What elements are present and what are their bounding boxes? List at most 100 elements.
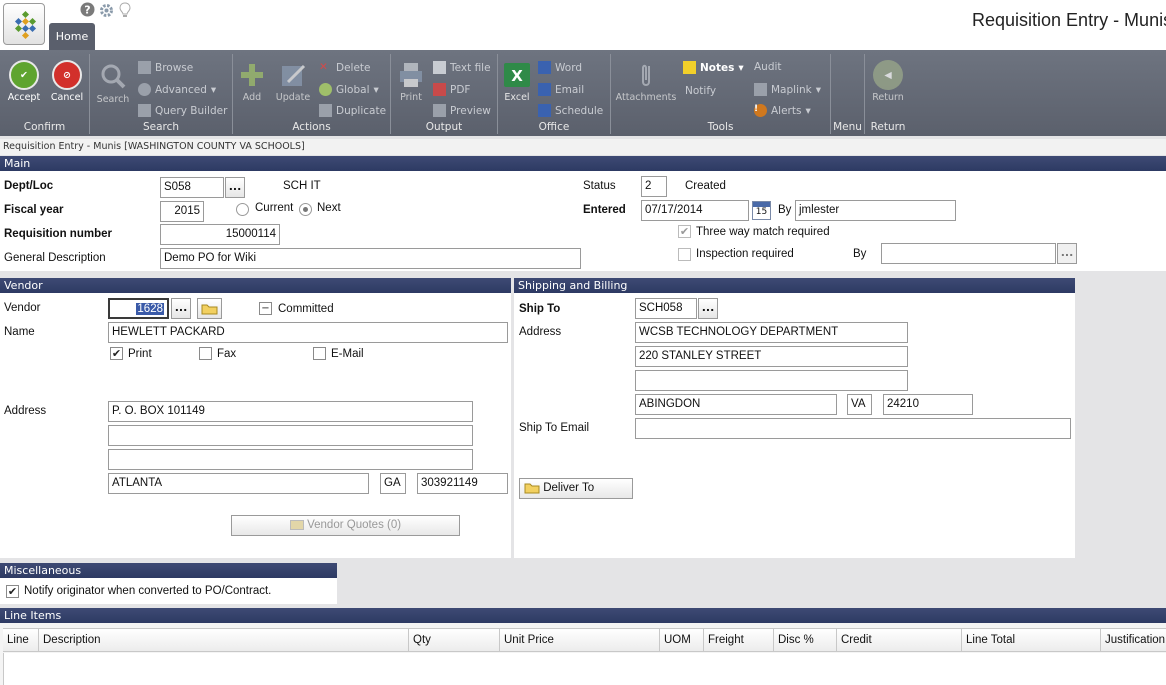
preview-button[interactable]: Preview xyxy=(433,104,491,117)
lightbulb-icon[interactable] xyxy=(119,2,131,23)
fiscal-year-field[interactable]: 2015 xyxy=(160,201,204,222)
fax-checkbox[interactable] xyxy=(199,347,212,360)
gear-icon[interactable] xyxy=(98,2,115,23)
ship-address-line2[interactable]: 220 STANLEY STREET xyxy=(635,346,908,367)
column-header-qty[interactable]: Qty xyxy=(409,628,500,652)
status-code-field[interactable]: 2 xyxy=(641,176,667,197)
requisition-number-label: Requisition number xyxy=(4,228,112,240)
add-button[interactable]: Add xyxy=(237,60,267,103)
column-header-disc[interactable]: Disc % xyxy=(774,628,837,652)
pdf-button[interactable]: PDF xyxy=(433,83,470,96)
app-logo-icon[interactable] xyxy=(3,3,45,45)
fiscal-year-label: Fiscal year xyxy=(4,204,64,216)
query-builder-button[interactable]: Query Builder xyxy=(138,104,227,117)
three-way-match-checkbox[interactable]: ✔ xyxy=(678,225,691,238)
duplicate-button[interactable]: Duplicate xyxy=(319,104,386,117)
notes-button[interactable]: Notes ▾ xyxy=(683,61,744,74)
notify-button[interactable]: Notify xyxy=(685,85,716,97)
inspection-required-checkbox[interactable] xyxy=(678,248,691,261)
group-label-return: Return xyxy=(870,121,906,133)
vendor-lookup-button[interactable]: ... xyxy=(171,298,191,319)
committed-checkbox[interactable]: − xyxy=(259,302,272,315)
vendor-quotes-button[interactable]: Vendor Quotes (0) xyxy=(231,515,460,536)
global-button[interactable]: Global ▾ xyxy=(319,83,379,96)
dept-loc-lookup-button[interactable]: ... xyxy=(225,177,245,198)
word-button[interactable]: Word xyxy=(538,61,582,74)
ship-city-field[interactable]: ABINGDON xyxy=(635,394,837,415)
advanced-button[interactable]: Advanced ▾ xyxy=(138,83,216,96)
vendor-state-field[interactable]: GA xyxy=(380,473,406,494)
return-button[interactable]: ◀ Return xyxy=(871,60,905,103)
print-button[interactable]: Print xyxy=(394,60,428,103)
schedule-button[interactable]: Schedule xyxy=(538,104,603,117)
update-button[interactable]: Update xyxy=(275,60,311,103)
ship-to-email-label: Ship To Email xyxy=(519,422,590,434)
requisition-number-field[interactable]: 15000114 xyxy=(160,224,280,245)
breadcrumb: Requisition Entry - Munis [WASHINGTON CO… xyxy=(0,139,1166,155)
general-description-field[interactable]: Demo PO for Wiki xyxy=(160,248,581,269)
print-checkbox[interactable]: ✔ xyxy=(110,347,123,360)
misc-panel-header: Miscellaneous xyxy=(0,563,337,578)
cancel-button[interactable]: ⊘ Cancel xyxy=(48,60,86,103)
email-label: E-Mail xyxy=(331,348,364,360)
inspection-by-field[interactable] xyxy=(881,243,1056,264)
ship-address-line1[interactable]: WCSB TECHNOLOGY DEPARTMENT xyxy=(635,322,908,343)
map-icon xyxy=(754,83,767,96)
maplink-button[interactable]: Maplink ▾ xyxy=(754,83,821,96)
plus-icon xyxy=(237,60,267,90)
tab-home[interactable]: Home xyxy=(49,23,95,50)
search-button[interactable]: Search xyxy=(94,62,132,105)
radio-next-year[interactable] xyxy=(299,203,312,216)
magnifier-icon xyxy=(98,62,128,92)
entered-label: Entered xyxy=(583,204,626,216)
vendor-name-field[interactable]: HEWLETT PACKARD xyxy=(108,322,508,343)
column-header-justification[interactable]: Justification xyxy=(1101,628,1166,652)
delete-x-icon: ✕ xyxy=(319,61,328,73)
dept-loc-field[interactable]: S058 xyxy=(160,177,224,198)
browse-button[interactable]: Browse xyxy=(138,61,193,74)
ribbon-toolbar: ✔ Accept ⊘ Cancel Confirm Search Browse … xyxy=(0,50,1166,136)
vendor-folder-button[interactable] xyxy=(197,298,222,319)
column-header-line[interactable]: Line xyxy=(3,628,39,652)
ship-to-email-field[interactable] xyxy=(635,418,1071,439)
folder-open-icon xyxy=(201,304,218,315)
audit-button[interactable]: Audit xyxy=(754,61,782,73)
email-button[interactable]: Email xyxy=(538,83,584,96)
vendor-city-field[interactable]: ATLANTA xyxy=(108,473,369,494)
alerts-button[interactable]: ! Alerts ▾ xyxy=(754,104,811,117)
attachments-button[interactable]: Attachments xyxy=(615,60,677,103)
ship-zip-field[interactable]: 24210 xyxy=(883,394,973,415)
ship-to-lookup-button[interactable]: ... xyxy=(698,298,718,319)
column-header-uom[interactable]: UOM xyxy=(660,628,704,652)
notify-originator-checkbox[interactable]: ✔ xyxy=(6,585,19,598)
ship-state-field[interactable]: VA xyxy=(847,394,872,415)
help-icon[interactable]: ? xyxy=(80,2,95,21)
excel-button[interactable]: X Excel xyxy=(501,60,533,103)
column-header-description[interactable]: Description xyxy=(39,628,409,652)
delete-button[interactable]: ✕ Delete xyxy=(319,61,371,74)
calendar-icon[interactable]: 15 xyxy=(752,201,771,220)
column-header-unit-price[interactable]: Unit Price xyxy=(500,628,660,652)
entered-by-field[interactable]: jmlester xyxy=(795,200,956,221)
inspection-by-lookup-button[interactable]: ... xyxy=(1057,243,1077,264)
print-label: Print xyxy=(128,348,152,360)
radio-current-year[interactable] xyxy=(236,203,249,216)
column-header-line-total[interactable]: Line Total xyxy=(962,628,1101,652)
ship-to-field[interactable]: SCH058 xyxy=(635,298,697,319)
vendor-address-line2[interactable] xyxy=(108,425,473,446)
ribbon-group-search: Search Browse Advanced ▾ Query Builder Se… xyxy=(90,54,233,134)
text-file-button[interactable]: Text file xyxy=(433,61,491,74)
ship-address-line3[interactable] xyxy=(635,370,908,391)
deliver-to-button[interactable]: Deliver To xyxy=(519,478,633,499)
vendor-address-label: Address xyxy=(4,405,47,417)
inspection-by-label: By xyxy=(853,248,867,260)
column-header-credit[interactable]: Credit xyxy=(837,628,962,652)
email-checkbox[interactable] xyxy=(313,347,326,360)
vendor-number-field[interactable]: 1628 xyxy=(108,298,169,319)
vendor-zip-field[interactable]: 303921149 xyxy=(417,473,508,494)
accept-button[interactable]: ✔ Accept xyxy=(6,60,42,103)
entered-date-field[interactable]: 07/17/2014 xyxy=(641,200,749,221)
vendor-address-line1[interactable]: P. O. BOX 101149 xyxy=(108,401,473,422)
column-header-freight[interactable]: Freight xyxy=(704,628,774,652)
vendor-address-line3[interactable] xyxy=(108,449,473,470)
